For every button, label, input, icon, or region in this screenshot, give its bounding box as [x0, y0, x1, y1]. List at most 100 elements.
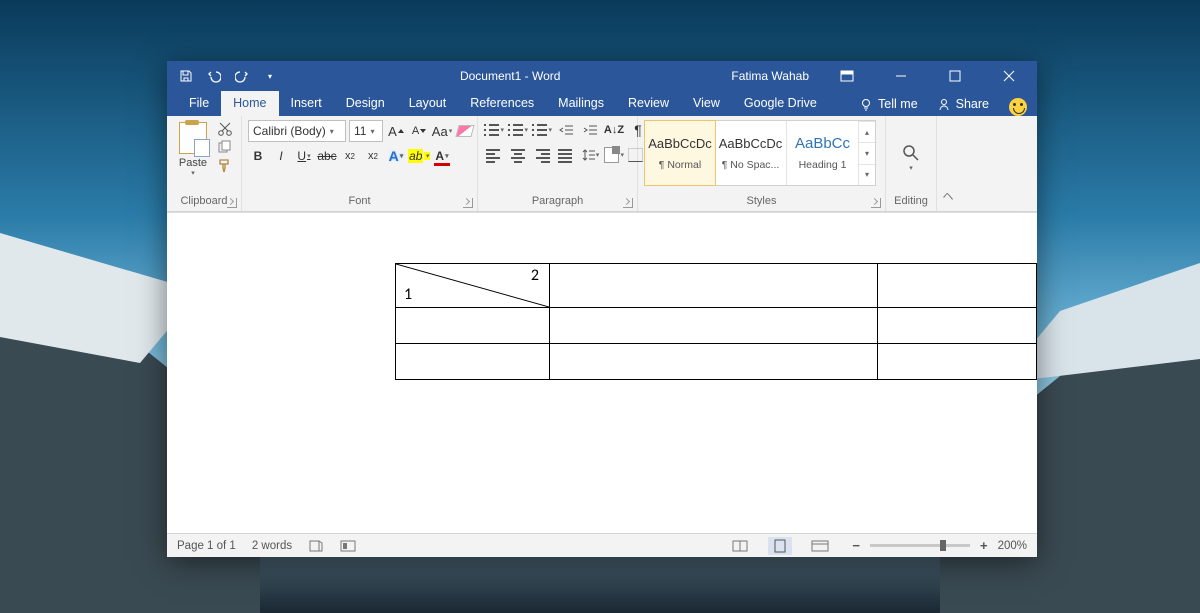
italic-button[interactable]: I	[271, 146, 291, 166]
align-left-button[interactable]	[484, 145, 504, 165]
ribbon-display-options-icon[interactable]	[827, 61, 867, 91]
justify-button[interactable]	[556, 145, 576, 165]
subscript-button[interactable]: x2	[340, 146, 360, 166]
qat-customize-icon[interactable]: ▾	[263, 69, 277, 83]
tab-mailings[interactable]: Mailings	[546, 91, 616, 116]
font-launcher-icon[interactable]	[463, 198, 473, 208]
paragraph-launcher-icon[interactable]	[623, 198, 633, 208]
tab-insert[interactable]: Insert	[279, 91, 334, 116]
table-cell[interactable]	[396, 308, 550, 344]
ribbon-tabs: File Home Insert Design Layout Reference…	[167, 91, 1037, 116]
status-words[interactable]: 2 words	[252, 540, 292, 552]
table-cell-diagonal[interactable]: 2 1	[396, 264, 550, 308]
increase-indent-button[interactable]	[580, 120, 600, 140]
tab-review[interactable]: Review	[616, 91, 681, 116]
line-spacing-button[interactable]: ▾	[580, 145, 600, 165]
app-name: Word	[532, 69, 560, 83]
zoom-level[interactable]: 200%	[998, 540, 1027, 552]
account-name[interactable]: Fatima Wahab	[731, 69, 813, 83]
highlight-button[interactable]: ab▾	[409, 146, 429, 166]
redo-icon[interactable]	[235, 69, 249, 83]
tell-me-search[interactable]: Tell me	[850, 92, 928, 116]
group-label-editing: Editing	[892, 195, 930, 209]
grow-font-icon[interactable]: A	[386, 121, 406, 141]
sort-button[interactable]: A↓Z	[604, 120, 624, 140]
statusbar: Page 1 of 1 2 words − + 200%	[167, 533, 1037, 557]
table-cell[interactable]	[877, 344, 1036, 380]
window-title: Document1 - Word	[289, 69, 731, 83]
close-button[interactable]	[989, 61, 1029, 91]
group-paragraph: ▾ ▾ ▾ A↓Z ¶ ▾ ▾ ▾ Paragr	[478, 116, 638, 211]
save-icon[interactable]	[179, 69, 193, 83]
zoom-slider[interactable]	[870, 544, 970, 547]
tab-layout[interactable]: Layout	[397, 91, 459, 116]
style-heading-1[interactable]: AaBbCc Heading 1	[787, 121, 859, 185]
group-label-styles: Styles	[644, 195, 879, 209]
group-editing: ▾ Editing	[886, 116, 937, 211]
group-label-font: Font	[248, 195, 471, 209]
read-mode-icon[interactable]	[728, 537, 752, 555]
lightbulb-icon	[860, 98, 873, 111]
status-page[interactable]: Page 1 of 1	[177, 540, 236, 552]
copy-icon[interactable]	[217, 140, 235, 154]
cut-icon[interactable]	[217, 122, 235, 136]
find-icon[interactable]	[902, 144, 920, 162]
share-button[interactable]: Share	[928, 92, 999, 116]
styles-launcher-icon[interactable]	[871, 198, 881, 208]
format-painter-icon[interactable]	[217, 158, 233, 174]
underline-button[interactable]: U▾	[294, 146, 314, 166]
share-icon	[938, 98, 951, 111]
table-cell[interactable]	[396, 344, 550, 380]
zoom-in-button[interactable]: +	[976, 538, 992, 553]
spellcheck-icon[interactable]	[308, 539, 324, 553]
minimize-button[interactable]	[881, 61, 921, 91]
clear-formatting-icon[interactable]	[455, 121, 475, 141]
table-cell[interactable]	[550, 264, 878, 308]
shading-button[interactable]: ▾	[604, 145, 624, 165]
bold-button[interactable]: B	[248, 146, 268, 166]
strikethrough-button[interactable]: abc	[317, 146, 337, 166]
tab-home[interactable]: Home	[221, 91, 278, 116]
undo-icon[interactable]	[207, 69, 221, 83]
tab-google-drive[interactable]: Google Drive	[732, 91, 829, 116]
align-center-button[interactable]	[508, 145, 528, 165]
collapse-ribbon-icon[interactable]: ヘ	[937, 116, 959, 211]
print-layout-icon[interactable]	[768, 537, 792, 555]
font-color-button[interactable]: A▾	[432, 146, 452, 166]
multilevel-list-button[interactable]: ▾	[532, 120, 552, 140]
clipboard-launcher-icon[interactable]	[227, 198, 237, 208]
diagonal-label-bottom: 1	[404, 285, 412, 304]
style-normal[interactable]: AaBbCcDc ¶ Normal	[644, 120, 716, 186]
tab-file[interactable]: File	[177, 91, 221, 116]
web-layout-icon[interactable]	[808, 537, 832, 555]
tab-references[interactable]: References	[458, 91, 546, 116]
decrease-indent-button[interactable]	[556, 120, 576, 140]
paste-button[interactable]: Paste ▾	[173, 120, 213, 177]
document-area[interactable]: 2 1	[167, 212, 1037, 533]
shrink-font-icon[interactable]: A	[409, 121, 429, 141]
group-styles: AaBbCcDc ¶ Normal AaBbCcDc ¶ No Spac... …	[638, 116, 886, 211]
style-no-spacing[interactable]: AaBbCcDc ¶ No Spac...	[715, 121, 787, 185]
tab-view[interactable]: View	[681, 91, 732, 116]
table-cell[interactable]	[550, 308, 878, 344]
bullets-button[interactable]: ▾	[484, 120, 504, 140]
superscript-button[interactable]: x2	[363, 146, 383, 166]
table-cell[interactable]	[877, 308, 1036, 344]
document-title: Document1	[460, 69, 521, 83]
align-right-button[interactable]	[532, 145, 552, 165]
zoom-out-button[interactable]: −	[848, 538, 864, 553]
zoom-control: − + 200%	[848, 538, 1027, 553]
table-cell[interactable]	[550, 344, 878, 380]
feedback-smiley-icon[interactable]	[1009, 98, 1027, 116]
styles-gallery-more[interactable]: ▴▾▾	[859, 121, 875, 185]
macro-icon[interactable]	[340, 539, 356, 553]
text-effects-button[interactable]: A▾	[386, 146, 406, 166]
maximize-button[interactable]	[935, 61, 975, 91]
change-case-button[interactable]: Aa▾	[432, 121, 452, 141]
table-cell[interactable]	[877, 264, 1036, 308]
tab-design[interactable]: Design	[334, 91, 397, 116]
document-table[interactable]: 2 1	[395, 263, 1037, 380]
font-name-combo[interactable]: Calibri (Body)▾	[248, 120, 346, 142]
font-size-combo[interactable]: 11▾	[349, 120, 383, 142]
numbering-button[interactable]: ▾	[508, 120, 528, 140]
